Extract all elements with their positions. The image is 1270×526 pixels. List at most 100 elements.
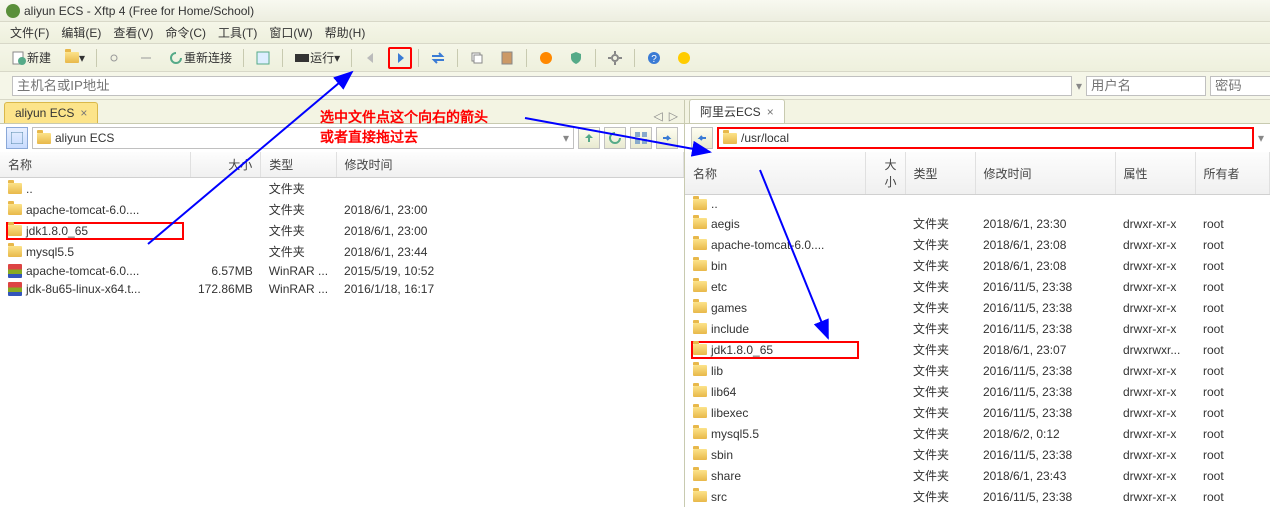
settings-button[interactable]	[602, 47, 628, 69]
folder-icon	[693, 365, 707, 376]
username-input[interactable]	[1086, 76, 1206, 96]
file-row[interactable]: lib文件夹2016/11/5, 23:38drwxr-xr-xroot	[685, 360, 1270, 381]
run-button[interactable]: 运行▾	[289, 47, 345, 69]
col-perm[interactable]: 属性	[1115, 152, 1195, 195]
folder-icon	[8, 204, 22, 215]
folder-icon	[8, 225, 22, 236]
help-button[interactable]: ?	[641, 47, 667, 69]
file-name: ..	[711, 197, 718, 211]
file-name: mysql5.5	[26, 245, 74, 259]
close-tab-icon[interactable]: ×	[767, 105, 774, 119]
file-name: libexec	[711, 406, 748, 420]
file-name: mysql5.5	[711, 427, 759, 441]
path-bar: aliyun ECS ▾ /usr/local ▾	[0, 124, 1270, 152]
open-button[interactable]: ▾	[60, 47, 90, 69]
folder-icon	[693, 449, 707, 460]
file-row[interactable]: bin文件夹2018/6/1, 23:08drwxr-xr-xroot	[685, 255, 1270, 276]
menu-command[interactable]: 命令(C)	[159, 24, 212, 41]
file-row[interactable]: apache-tomcat-6.0....文件夹2018/6/1, 23:00	[0, 199, 684, 220]
file-name: games	[711, 301, 747, 315]
transfer-to-remote-button[interactable]	[656, 127, 678, 149]
close-tab-icon[interactable]: ×	[80, 106, 87, 120]
col-mtime[interactable]: 修改时间	[975, 152, 1115, 195]
file-row[interactable]: jdk1.8.0_65文件夹2018/6/1, 23:00	[0, 220, 684, 241]
session-tabs-row: aliyun ECS × ◁ ▷ 阿里云ECS ×	[0, 100, 1270, 124]
views-button[interactable]	[630, 127, 652, 149]
about-button[interactable]	[671, 47, 697, 69]
folder-icon	[693, 407, 707, 418]
file-row[interactable]: include文件夹2016/11/5, 23:38drwxr-xr-xroot	[685, 318, 1270, 339]
folder-icon	[693, 239, 707, 250]
menu-view[interactable]: 查看(V)	[107, 24, 159, 41]
sync-button[interactable]	[425, 47, 451, 69]
copy-button[interactable]	[464, 47, 490, 69]
file-row[interactable]: apache-tomcat-6.0....文件夹2018/6/1, 23:08d…	[685, 234, 1270, 255]
folder-icon	[693, 302, 707, 313]
menu-help[interactable]: 帮助(H)	[319, 24, 372, 41]
file-row[interactable]: ..	[685, 195, 1270, 214]
col-size[interactable]: 大小	[865, 152, 905, 195]
file-row[interactable]: share文件夹2018/6/1, 23:43drwxr-xr-xroot	[685, 465, 1270, 486]
col-type[interactable]: 类型	[905, 152, 975, 195]
new-button[interactable]: 新建	[6, 47, 56, 69]
transfer-to-local-button[interactable]	[691, 127, 713, 149]
up-dir-button[interactable]	[578, 127, 600, 149]
globe-button[interactable]	[533, 47, 559, 69]
app-icon	[6, 4, 20, 18]
file-row[interactable]: sbin文件夹2016/11/5, 23:38drwxr-xr-xroot	[685, 444, 1270, 465]
file-row[interactable]: lib64文件夹2016/11/5, 23:38drwxr-xr-xroot	[685, 381, 1270, 402]
file-row[interactable]: apache-tomcat-6.0....6.57MBWinRAR ...201…	[0, 262, 684, 280]
address-bar: ▾	[0, 72, 1270, 100]
folder-icon	[723, 133, 737, 144]
file-row[interactable]: jdk-8u65-linux-x64.t...172.86MBWinRAR ..…	[0, 280, 684, 298]
refresh-button[interactable]	[604, 127, 626, 149]
tab-next-icon[interactable]: ▷	[669, 109, 678, 123]
remote-session-tab[interactable]: 阿里云ECS ×	[689, 99, 785, 123]
file-row[interactable]: src文件夹2016/11/5, 23:38drwxr-xr-xroot	[685, 486, 1270, 507]
transfer-right-button[interactable]	[388, 47, 412, 69]
window-titlebar: aliyun ECS - Xftp 4 (Free for Home/Schoo…	[0, 0, 1270, 22]
host-input[interactable]	[12, 76, 1072, 96]
transfer-left-button[interactable]	[358, 47, 384, 69]
file-row[interactable]: libexec文件夹2016/11/5, 23:38drwxr-xr-xroot	[685, 402, 1270, 423]
reconnect-button[interactable]: 重新连接	[163, 47, 237, 69]
menu-window[interactable]: 窗口(W)	[263, 24, 318, 41]
paste-button[interactable]	[494, 47, 520, 69]
col-type[interactable]: 类型	[261, 152, 336, 178]
shield-button[interactable]	[563, 47, 589, 69]
file-row[interactable]: aegis文件夹2018/6/1, 23:30drwxr-xr-xroot	[685, 213, 1270, 234]
menu-tools[interactable]: 工具(T)	[212, 24, 263, 41]
menu-file[interactable]: 文件(F)	[4, 24, 55, 41]
menu-bar: 文件(F) 编辑(E) 查看(V) 命令(C) 工具(T) 窗口(W) 帮助(H…	[0, 22, 1270, 44]
properties-button[interactable]	[250, 47, 276, 69]
col-size[interactable]: 大小	[190, 152, 261, 178]
local-session-tab[interactable]: aliyun ECS ×	[4, 102, 98, 123]
col-owner[interactable]: 所有者	[1195, 152, 1270, 195]
file-name: apache-tomcat-6.0....	[711, 238, 824, 252]
tab-prev-icon[interactable]: ◁	[654, 109, 663, 123]
file-row[interactable]: etc文件夹2016/11/5, 23:38drwxr-xr-xroot	[685, 276, 1270, 297]
file-row[interactable]: mysql5.5文件夹2018/6/1, 23:44	[0, 241, 684, 262]
file-row[interactable]: games文件夹2016/11/5, 23:38drwxr-xr-xroot	[685, 297, 1270, 318]
col-name[interactable]: 名称	[685, 152, 865, 195]
local-file-pane[interactable]: 名称 大小 类型 修改时间 ..文件夹apache-tomcat-6.0....…	[0, 152, 684, 507]
unlink-button[interactable]	[133, 47, 159, 69]
menu-edit[interactable]: 编辑(E)	[55, 24, 107, 41]
link-button[interactable]	[103, 47, 129, 69]
remote-path-input[interactable]: /usr/local	[717, 127, 1254, 149]
col-mtime[interactable]: 修改时间	[336, 152, 683, 178]
file-name: bin	[711, 259, 727, 273]
file-row[interactable]: jdk1.8.0_65文件夹2018/6/1, 23:07drwxrwxr...…	[685, 339, 1270, 360]
local-path-input[interactable]: aliyun ECS ▾	[32, 127, 574, 149]
remote-file-pane[interactable]: 名称 大小 类型 修改时间 属性 所有者 .. aegis文件夹2018/6/1,…	[684, 152, 1270, 507]
col-name[interactable]: 名称	[0, 152, 190, 178]
file-name: jdk1.8.0_65	[711, 343, 773, 357]
password-input[interactable]	[1210, 76, 1270, 96]
file-name: jdk1.8.0_65	[26, 224, 88, 238]
file-name: apache-tomcat-6.0....	[26, 203, 139, 217]
file-row[interactable]: ..文件夹	[0, 178, 684, 200]
file-row[interactable]: mysql5.5文件夹2018/6/2, 0:12drwxr-xr-xroot	[685, 423, 1270, 444]
view-toggle-button[interactable]	[6, 127, 28, 149]
folder-icon	[693, 199, 707, 210]
file-panes: 名称 大小 类型 修改时间 ..文件夹apache-tomcat-6.0....…	[0, 152, 1270, 507]
